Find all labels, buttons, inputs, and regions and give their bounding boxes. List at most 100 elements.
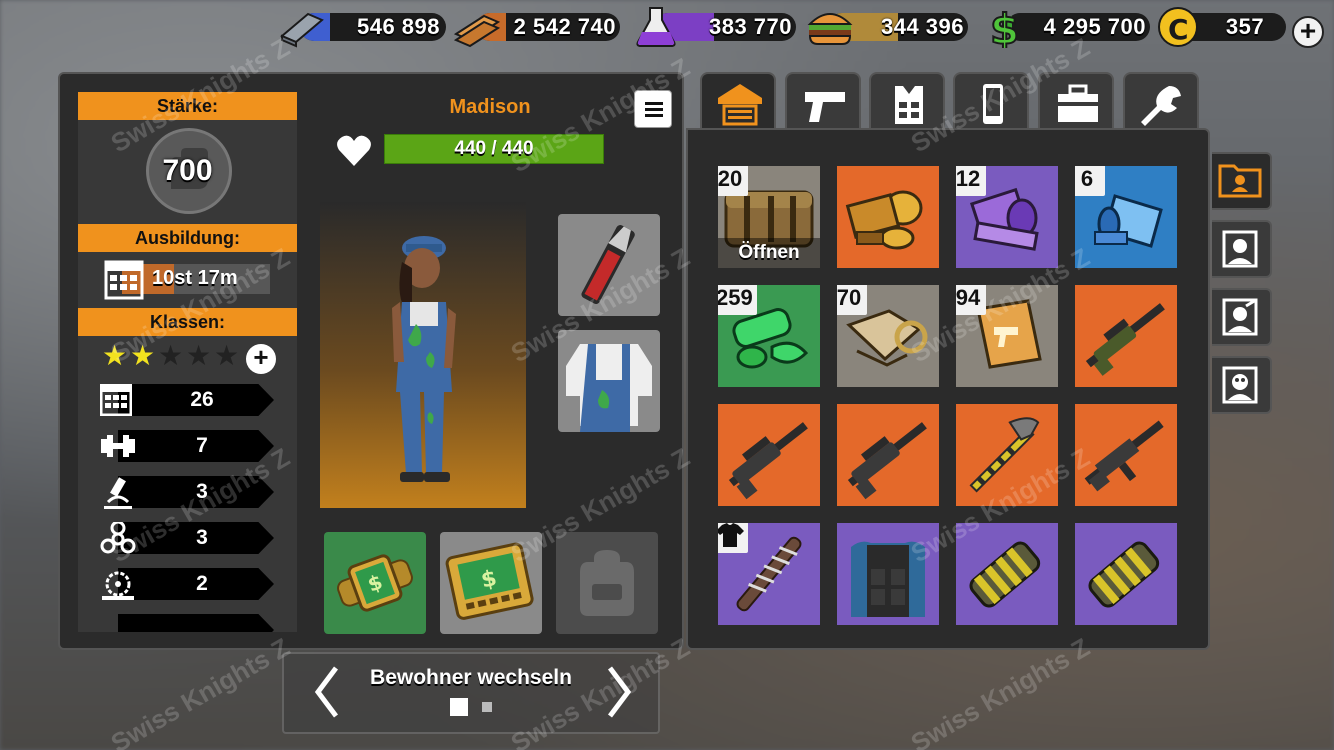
classes-header: Klassen: bbox=[78, 308, 297, 336]
assault-rifle-icon bbox=[1084, 420, 1164, 492]
item-count: 20 bbox=[718, 166, 748, 196]
phone-icon bbox=[983, 84, 1003, 124]
steel-value: 546 898 bbox=[356, 14, 440, 39]
inventory-item[interactable]: 94 bbox=[956, 285, 1058, 387]
previous-dweller-button[interactable] bbox=[306, 664, 346, 720]
item-slot[interactable]: $ bbox=[440, 532, 542, 634]
inventory-item[interactable] bbox=[837, 523, 939, 625]
page-indicator-active bbox=[450, 698, 468, 716]
chemicals-value: 383 770 bbox=[708, 14, 792, 39]
strength-value: 700 bbox=[162, 154, 213, 187]
wood-planks-icon bbox=[453, 6, 502, 48]
inventory-item[interactable]: 12 bbox=[956, 166, 1058, 268]
inventory-item[interactable]: 259 bbox=[718, 285, 820, 387]
dweller-name: Madison bbox=[449, 96, 531, 118]
add-currency-button[interactable]: + bbox=[1292, 16, 1324, 48]
soldier-icon bbox=[1222, 298, 1258, 336]
class-stars: ★ ★ ★ ★ ★ + bbox=[78, 336, 297, 378]
inventory-item[interactable]: 70 bbox=[837, 285, 939, 387]
heart-icon bbox=[336, 134, 372, 168]
item-count: 259 bbox=[718, 285, 757, 315]
training-box[interactable]: 10st 17m bbox=[78, 252, 297, 308]
steel-beam-icon bbox=[278, 6, 326, 48]
item-count: 6 bbox=[1075, 166, 1105, 196]
inventory-item[interactable] bbox=[837, 404, 939, 506]
scrap-parts-icon bbox=[845, 190, 923, 250]
weapon-slot[interactable] bbox=[558, 214, 660, 316]
health-bar: 440 / 440 bbox=[384, 134, 604, 164]
inventory-item[interactable] bbox=[718, 523, 820, 625]
masked-person-icon bbox=[1222, 230, 1258, 268]
open-crate-label[interactable]: Öffnen bbox=[718, 238, 820, 268]
switch-dweller-label: Bewohner wechseln bbox=[370, 666, 572, 689]
dweller-switcher: Bewohner wechseln bbox=[282, 652, 660, 734]
resource-caps[interactable]: C 357 bbox=[1156, 7, 1286, 47]
vest-icon bbox=[895, 86, 923, 124]
tab-armor[interactable] bbox=[869, 72, 945, 128]
inventory-item[interactable] bbox=[956, 523, 1058, 625]
armor-vest-icon bbox=[851, 541, 925, 617]
pistol-icon bbox=[805, 92, 845, 122]
add-class-button[interactable]: + bbox=[246, 344, 276, 374]
tab-weapons[interactable] bbox=[785, 72, 861, 128]
skill-value: 7 bbox=[196, 434, 208, 457]
sniper-rifle-icon bbox=[1085, 303, 1165, 376]
gauntlet-icon bbox=[1088, 541, 1160, 608]
star-empty-icon: ★ bbox=[158, 340, 184, 371]
resource-cash[interactable]: $ 4 295 700 bbox=[984, 4, 1150, 55]
inventory-item[interactable]: 6 bbox=[1075, 166, 1177, 268]
chevron-left-icon bbox=[314, 666, 338, 718]
tshirt-icon bbox=[718, 523, 744, 547]
inventory-item[interactable] bbox=[718, 404, 820, 506]
calculator-icon bbox=[104, 260, 144, 300]
tab-tools[interactable] bbox=[1123, 72, 1199, 128]
pet-slot[interactable]: $ bbox=[324, 532, 426, 634]
gold-watch-icon: $ bbox=[337, 554, 413, 612]
side-tab-raider[interactable] bbox=[1212, 220, 1272, 278]
stats-column: Stärke: 700 Ausbildung: 10st 17m Klassen… bbox=[78, 92, 297, 632]
resource-wood[interactable]: 2 542 740 bbox=[453, 12, 620, 48]
tab-devices[interactable] bbox=[953, 72, 1029, 128]
menu-button[interactable] bbox=[634, 90, 672, 128]
page-indicator bbox=[482, 702, 492, 712]
skill-value: 26 bbox=[190, 388, 214, 411]
svg-text:C: C bbox=[1168, 13, 1189, 46]
axe-icon bbox=[969, 417, 1040, 493]
inventory-item[interactable] bbox=[956, 404, 1058, 506]
tab-storage[interactable] bbox=[700, 72, 776, 132]
skill-row: 3 bbox=[78, 516, 297, 562]
cash-terminal-icon: $ bbox=[445, 542, 534, 620]
svg-text:$: $ bbox=[990, 6, 1019, 48]
skill-value: 3 bbox=[196, 526, 208, 549]
next-dweller-button[interactable] bbox=[600, 664, 640, 720]
wood-value: 2 542 740 bbox=[513, 14, 616, 39]
inventory-item[interactable] bbox=[1075, 523, 1177, 625]
health-value: 440 / 440 bbox=[454, 138, 534, 159]
inventory-item[interactable] bbox=[1075, 404, 1177, 506]
resource-steel[interactable]: 546 898 bbox=[278, 12, 446, 48]
skill-row: 7 bbox=[78, 424, 297, 470]
burger-icon bbox=[806, 6, 854, 48]
skill-row: 26 bbox=[78, 378, 297, 424]
resource-food[interactable]: 344 396 bbox=[806, 12, 968, 45]
inventory-item[interactable]: 20 Öffnen bbox=[718, 166, 820, 268]
inventory-panel: 20 Öffnen 12 6 259 70 94 bbox=[686, 128, 1210, 650]
skill-value: 2 bbox=[196, 572, 208, 595]
gasmask-icon bbox=[1222, 366, 1258, 404]
tab-chests[interactable] bbox=[1038, 72, 1114, 128]
dollar-icon: $ bbox=[984, 4, 1032, 55]
gauntlet-icon bbox=[969, 541, 1041, 608]
caps-coin-icon: C bbox=[1156, 6, 1204, 48]
training-time: 10st 17m bbox=[152, 267, 238, 289]
resource-chemicals[interactable]: 383 770 bbox=[632, 7, 796, 47]
side-tab-all[interactable] bbox=[1212, 152, 1272, 210]
backpack-slot[interactable] bbox=[556, 532, 658, 634]
inventory-item[interactable] bbox=[837, 166, 939, 268]
outfit-slot[interactable] bbox=[558, 330, 660, 432]
side-tab-gasmask[interactable] bbox=[1212, 356, 1272, 414]
side-tab-soldier[interactable] bbox=[1212, 288, 1272, 346]
inventory-item[interactable] bbox=[1075, 285, 1177, 387]
star-filled-icon: ★ bbox=[102, 340, 128, 371]
strength-box: 700 bbox=[78, 120, 297, 224]
star-filled-icon: ★ bbox=[130, 340, 156, 371]
